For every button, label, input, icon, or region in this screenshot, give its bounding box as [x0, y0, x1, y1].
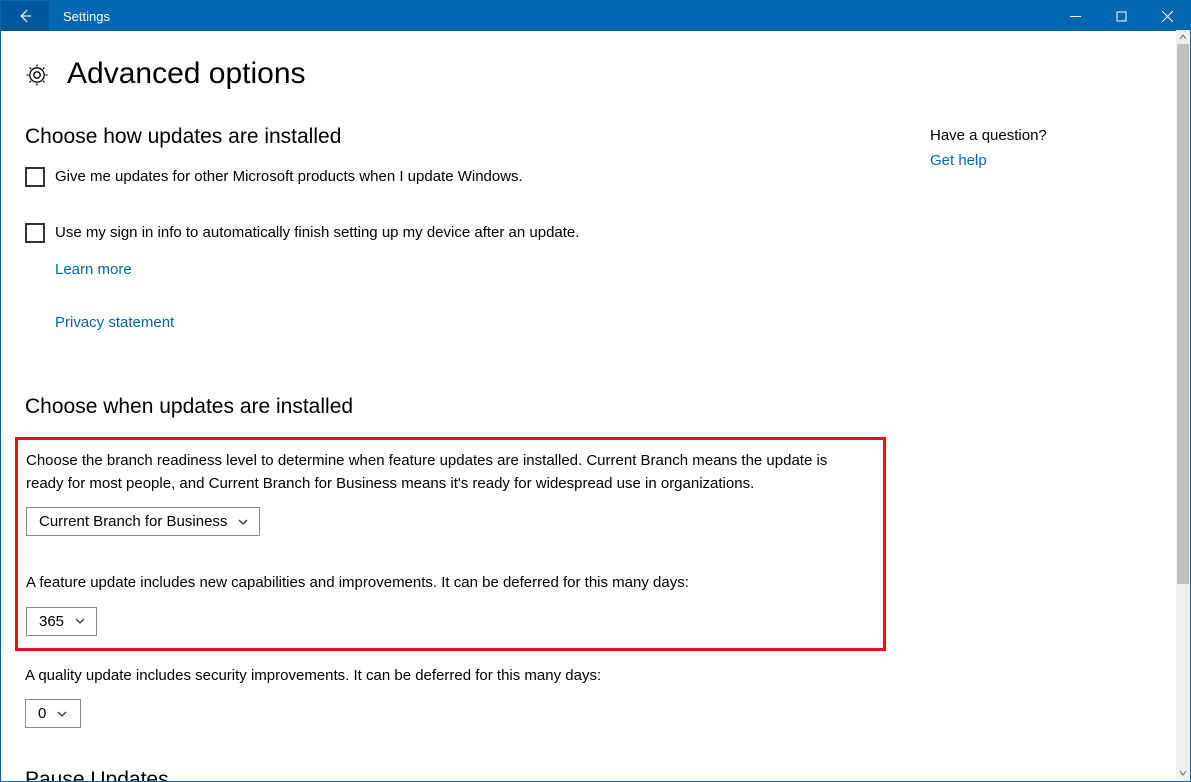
highlight-annotation: Choose the branch readiness level to det… [15, 437, 886, 651]
feature-defer-value: 365 [39, 613, 64, 630]
quality-defer-dropdown[interactable]: 0 [25, 699, 81, 728]
quality-update-description: A quality update includes security impro… [25, 665, 845, 688]
page-title: Advanced options [67, 57, 306, 91]
checkbox-other-products-label: Give me updates for other Microsoft prod… [55, 167, 523, 187]
chevron-down-icon [74, 615, 86, 627]
scrollbar-thumb[interactable] [1177, 44, 1189, 584]
close-icon [1162, 11, 1173, 22]
main-content: Advanced options Choose how updates are … [1, 31, 930, 781]
section-heading-pause: Pause Updates [25, 768, 906, 781]
feature-defer-dropdown[interactable]: 365 [26, 607, 97, 636]
minimize-button[interactable] [1052, 1, 1098, 31]
get-help-link[interactable]: Get help [930, 152, 987, 169]
scroll-down-arrow[interactable] [1176, 766, 1190, 780]
section-heading-install-how: Choose how updates are installed [25, 125, 906, 149]
checkbox-signin-finish-label: Use my sign in info to automatically fin… [55, 223, 579, 243]
app-title: Settings [49, 1, 110, 31]
quality-defer-value: 0 [38, 705, 46, 722]
maximize-icon [1116, 11, 1127, 22]
privacy-statement-link[interactable]: Privacy statement [55, 314, 174, 331]
scroll-up-arrow[interactable] [1176, 30, 1190, 44]
back-button[interactable] [1, 1, 49, 31]
branch-readiness-description: Choose the branch readiness level to det… [26, 450, 846, 495]
checkbox-other-products[interactable] [25, 167, 45, 187]
maximize-button[interactable] [1098, 1, 1144, 31]
gear-icon [25, 63, 49, 87]
chevron-up-icon [1179, 33, 1187, 41]
close-button[interactable] [1144, 1, 1190, 31]
chevron-down-icon [1179, 769, 1187, 777]
branch-readiness-value: Current Branch for Business [39, 513, 227, 530]
vertical-scrollbar[interactable] [1176, 30, 1190, 780]
title-bar: Settings [1, 1, 1190, 31]
chevron-down-icon [56, 708, 68, 720]
section-heading-install-when: Choose when updates are installed [25, 395, 906, 419]
minimize-icon [1070, 11, 1081, 22]
branch-readiness-dropdown[interactable]: Current Branch for Business [26, 507, 260, 536]
checkbox-signin-finish[interactable] [25, 223, 45, 243]
feature-update-description: A feature update includes new capabiliti… [26, 572, 846, 595]
side-panel: Have a question? Get help [930, 31, 1190, 781]
arrow-left-icon [16, 7, 34, 25]
side-question: Have a question? [930, 127, 1170, 144]
learn-more-link[interactable]: Learn more [55, 261, 132, 278]
chevron-down-icon [237, 516, 249, 528]
